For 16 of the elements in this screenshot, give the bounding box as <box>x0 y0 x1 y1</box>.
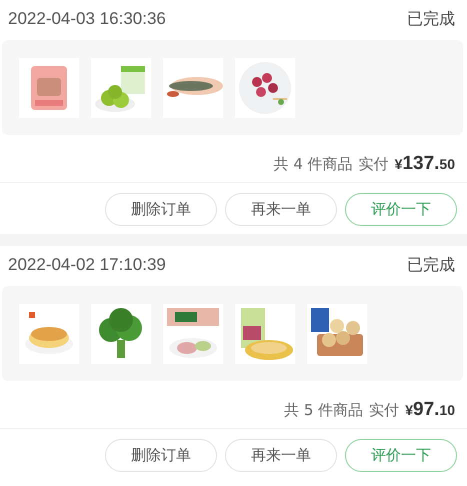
order-time: 2022-04-03 16:30:36 <box>8 9 166 29</box>
order-action-button[interactable]: 删除订单 <box>105 439 217 472</box>
paid-amount: ¥137.50 <box>394 153 455 175</box>
order-status: 已完成 <box>407 254 455 276</box>
item-count: 共 5 件商品 <box>284 401 364 420</box>
order-status: 已完成 <box>407 8 455 30</box>
paid-label: 实付 <box>369 401 400 420</box>
order-action-button[interactable]: 再来一单 <box>225 439 337 472</box>
item-count: 共 4 件商品 <box>274 155 353 174</box>
product-strip[interactable] <box>2 40 463 135</box>
order-action-button[interactable]: 再来一单 <box>225 193 337 226</box>
order-action-button[interactable]: 删除订单 <box>105 193 217 226</box>
paid-amount: ¥97.10 <box>405 399 455 421</box>
product-strip[interactable] <box>2 286 463 381</box>
order-time: 2022-04-02 17:10:39 <box>8 255 166 275</box>
paid-label: 实付 <box>358 155 389 174</box>
